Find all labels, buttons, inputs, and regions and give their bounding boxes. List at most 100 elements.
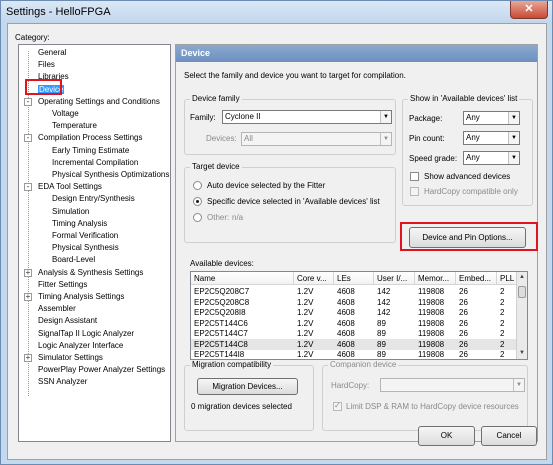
package-select[interactable]: Any ▼: [463, 111, 520, 125]
available-devices-table[interactable]: Name Core v... LEs User I/... Memor... Embed.…: [190, 271, 528, 360]
tree-item-label: Temperature: [52, 121, 97, 131]
speed-grade-label: Speed grade:: [409, 154, 458, 163]
tree-item[interactable]: Timing Analysis: [52, 218, 107, 230]
speed-grade-select-value: Any: [466, 153, 480, 162]
tree-item-label: Assembler: [38, 304, 76, 314]
table-row[interactable]: EP2C5T144C8 1.2V 4608 89 119808 26 2: [191, 338, 517, 350]
table-cell: 1.2V: [297, 329, 314, 338]
speed-grade-select[interactable]: Any ▼: [463, 151, 520, 165]
expand-icon[interactable]: +: [24, 268, 32, 277]
tree-item[interactable]: Formal Verification: [52, 230, 118, 242]
tree-item-label: Voltage: [52, 109, 79, 118]
specific-device-radio[interactable]: [193, 197, 202, 206]
cancel-button[interactable]: Cancel: [481, 426, 537, 446]
tree-item[interactable]: Physical Synthesis Optimizations: [52, 169, 169, 181]
expand-icon[interactable]: +: [24, 354, 32, 362]
devices-label: Devices:: [206, 134, 237, 143]
collapse-icon[interactable]: -: [24, 183, 32, 192]
tree-item[interactable]: Assembler: [38, 303, 76, 315]
tree-item-label: Design Assistant: [38, 316, 98, 326]
tree-item[interactable]: General: [38, 47, 66, 59]
table-row[interactable]: EP2C5T144C7 1.2V 4608 89 119808 26 2: [191, 328, 517, 339]
specific-device-label: Specific device selected in 'Available d…: [207, 197, 380, 206]
table-row[interactable]: EP2C5Q208C7 1.2V 4608 142 119808 26 2: [191, 286, 517, 297]
table-cell: 26: [459, 318, 468, 328]
table-cell: 1.2V: [297, 297, 314, 307]
tree-item[interactable]: Files: [38, 59, 55, 71]
family-label: Family:: [190, 113, 216, 122]
hardcopy-select[interactable]: ▼: [380, 378, 525, 392]
tree-item[interactable]: Early Timing Estimate: [52, 145, 129, 157]
table-row[interactable]: EP2C5T144C6 1.2V 4608 89 119808 26 2: [191, 318, 517, 329]
table-cell: 4608: [337, 318, 355, 328]
tree-item[interactable]: + Timing Analysis Settings: [24, 291, 124, 303]
companion-group: Companion device HardCopy: ▼ Limit DSP &…: [322, 360, 528, 431]
devices-select[interactable]: All ▼: [241, 132, 392, 146]
table-cell: 89: [377, 350, 386, 359]
table-row[interactable]: EP2C5T144I8 1.2V 4608 89 119808 26 2: [191, 349, 517, 359]
other-device-radio[interactable]: [193, 213, 202, 222]
show-advanced-checkbox[interactable]: [410, 172, 419, 181]
tree-item[interactable]: - Compilation Process Settings: [24, 132, 143, 144]
tree-item[interactable]: Physical Synthesis: [52, 242, 119, 254]
hardcopy-compatible-checkbox[interactable]: [410, 187, 419, 196]
pin-count-select-value: Any: [466, 133, 480, 142]
category-tree[interactable]: General Files Libraries Device - Operating Se…: [18, 44, 171, 442]
column-header[interactable]: User I/...: [374, 272, 415, 285]
tree-item[interactable]: Design Entry/Synthesis: [52, 193, 135, 205]
collapse-icon[interactable]: -: [24, 134, 32, 143]
tree-item-label: Fitter Settings: [38, 279, 88, 289]
tree-item[interactable]: PowerPlay Power Analyzer Settings: [38, 364, 165, 376]
table-row[interactable]: EP2C5Q208C8 1.2V 4608 142 119808 26 2: [191, 297, 517, 308]
tree-item[interactable]: Logic Analyzer Interface: [38, 340, 123, 352]
chevron-down-icon: ▼: [380, 111, 391, 123]
scroll-up-icon[interactable]: ▲: [517, 272, 527, 283]
tree-item[interactable]: Voltage: [52, 108, 79, 120]
scroll-thumb[interactable]: [518, 286, 526, 298]
tree-item[interactable]: Board-Level: [52, 254, 95, 266]
column-header[interactable]: Name: [191, 272, 294, 285]
other-device-value: n/a: [232, 213, 244, 222]
tree-item[interactable]: Design Assistant: [38, 315, 97, 327]
collapse-icon[interactable]: -: [24, 97, 32, 106]
column-header[interactable]: Embed...: [456, 272, 497, 285]
table-scrollbar[interactable]: ▲ ▼: [516, 272, 527, 359]
tree-item[interactable]: Incremental Compilation: [52, 157, 138, 169]
column-header[interactable]: Core v...: [294, 272, 334, 285]
column-header[interactable]: Memor...: [415, 272, 456, 285]
tree-item-label: Operating Settings and Conditions: [38, 96, 160, 106]
tree-item[interactable]: + Simulator Settings: [24, 352, 103, 364]
tree-item[interactable]: Fitter Settings: [38, 279, 87, 291]
family-select[interactable]: Cyclone II ▼: [222, 110, 392, 124]
expand-icon[interactable]: +: [24, 293, 32, 301]
pin-count-select[interactable]: Any ▼: [463, 131, 520, 145]
tree-item[interactable]: SSN Analyzer: [38, 376, 87, 388]
tree-item[interactable]: - EDA Tool Settings: [24, 181, 102, 193]
panel-description: Select the family and device you want to…: [184, 71, 406, 80]
tree-item[interactable]: + Analysis & Synthesis Settings: [24, 267, 143, 279]
show-in-list-title: Show in 'Available devices' list: [408, 94, 520, 103]
tree-item[interactable]: - Operating Settings and Conditions: [24, 96, 160, 108]
table-cell: 119808: [418, 308, 445, 317]
table-cell: 119808: [418, 350, 445, 359]
settings-window: Settings - HelloFPGA ✕ Category: General…: [0, 0, 553, 465]
available-devices-label: Available devices:: [190, 259, 254, 268]
table-row[interactable]: EP2C5Q208I8 1.2V 4608 142 119808 26 2: [191, 307, 517, 318]
migration-devices-button[interactable]: Migration Devices...: [197, 378, 298, 395]
ok-button[interactable]: OK: [418, 426, 475, 446]
tree-item[interactable]: Simulation: [52, 206, 89, 218]
table-cell: EP2C5T144C8: [194, 339, 248, 349]
table-cell: 89: [377, 329, 386, 338]
column-header[interactable]: LEs: [334, 272, 374, 285]
table-cell: 4608: [337, 339, 355, 349]
auto-device-radio[interactable]: [193, 181, 202, 190]
table-cell: EP2C5T144C7: [194, 329, 248, 338]
tree-item[interactable]: SignalTap II Logic Analyzer: [38, 328, 134, 340]
tree-item[interactable]: Temperature: [52, 120, 97, 132]
tree-item-label: EDA Tool Settings: [38, 182, 102, 192]
chevron-down-icon: ▼: [508, 112, 519, 124]
limit-dsp-ram-checkbox[interactable]: [333, 401, 342, 411]
close-button[interactable]: ✕: [510, 1, 548, 19]
auto-device-label: Auto device selected by the Fitter: [207, 181, 326, 190]
scroll-down-icon[interactable]: ▼: [517, 348, 527, 359]
